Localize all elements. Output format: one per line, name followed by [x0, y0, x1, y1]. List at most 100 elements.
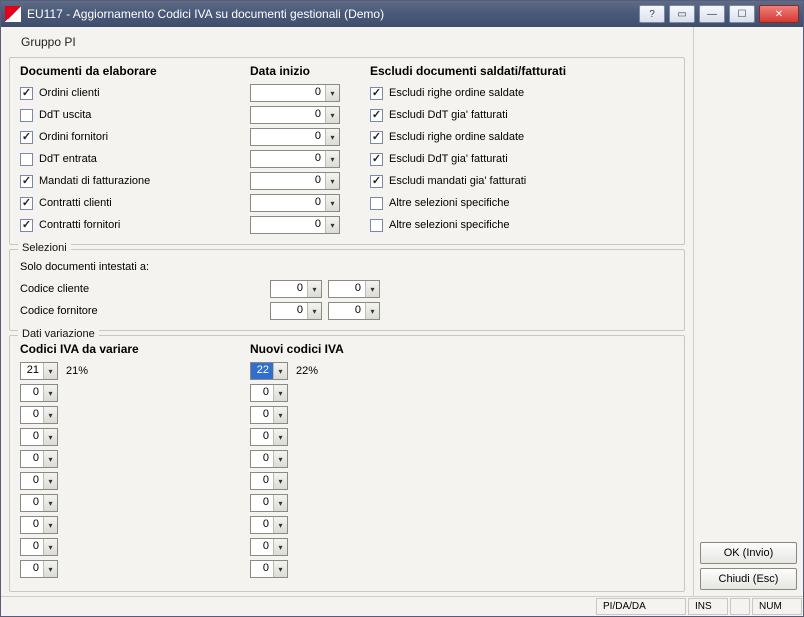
dropdown-icon[interactable]: ▾ — [325, 129, 339, 145]
codice-variare-code-input[interactable]: 0▾ — [20, 384, 58, 402]
codice-variare-code-input[interactable]: 0▾ — [20, 428, 58, 446]
dropdown-icon[interactable]: ▾ — [43, 539, 57, 555]
codice-variare-code-input[interactable]: 0▾ — [20, 560, 58, 578]
escludi-checkbox[interactable] — [370, 87, 383, 100]
status-num: NUM — [752, 598, 802, 615]
dropdown-icon[interactable]: ▾ — [325, 217, 339, 233]
doc-row: Ordini fornitori — [20, 126, 250, 148]
dropdown-icon[interactable]: ▾ — [43, 517, 57, 533]
dropdown-icon[interactable]: ▾ — [43, 385, 57, 401]
data-inizio-row: 0▾ — [250, 170, 370, 192]
dropdown-icon[interactable]: ▾ — [307, 281, 321, 297]
dropdown-icon[interactable]: ▾ — [325, 85, 339, 101]
dropdown-icon[interactable]: ▾ — [273, 385, 287, 401]
dropdown-icon[interactable]: ▾ — [273, 561, 287, 577]
ok-button[interactable]: OK (Invio) — [700, 542, 797, 564]
doc-checkbox[interactable] — [20, 109, 33, 122]
nuovo-codice-code-input[interactable]: 0▾ — [250, 494, 288, 512]
dropdown-icon[interactable]: ▾ — [307, 303, 321, 319]
data-inizio-row: 0▾ — [250, 104, 370, 126]
codice-variare-row: 21▾21% — [20, 360, 250, 382]
statusbar: PI/DA/DA INS NUM — [1, 596, 803, 616]
dropdown-icon[interactable]: ▾ — [273, 451, 287, 467]
nuovo-codice-row: 0▾ — [250, 536, 480, 558]
dropdown-icon[interactable]: ▾ — [43, 429, 57, 445]
dropdown-icon[interactable]: ▾ — [273, 429, 287, 445]
minimize-button[interactable]: — — [699, 5, 725, 23]
codice-variare-code-input[interactable]: 0▾ — [20, 406, 58, 424]
dropdown-icon[interactable]: ▾ — [273, 473, 287, 489]
data-inizio-input[interactable]: 0▾ — [250, 194, 340, 212]
codice-cliente-from[interactable]: 0▾ — [270, 280, 322, 298]
escludi-checkbox[interactable] — [370, 153, 383, 166]
chiudi-button[interactable]: Chiudi (Esc) — [700, 568, 797, 590]
nuovo-codice-row: 0▾ — [250, 514, 480, 536]
data-inizio-input[interactable]: 0▾ — [250, 150, 340, 168]
escludi-checkbox[interactable] — [370, 109, 383, 122]
dropdown-icon[interactable]: ▾ — [43, 473, 57, 489]
dropdown-icon[interactable]: ▾ — [273, 517, 287, 533]
doc-label: Ordini fornitori — [39, 131, 108, 143]
data-inizio-heading: Data inizio — [250, 64, 370, 78]
data-inizio-input[interactable]: 0▾ — [250, 128, 340, 146]
escludi-checkbox[interactable] — [370, 175, 383, 188]
nuovo-codice-code-input[interactable]: 0▾ — [250, 406, 288, 424]
nuovo-codice-code-input[interactable]: 0▾ — [250, 450, 288, 468]
escludi-checkbox[interactable] — [370, 197, 383, 210]
dropdown-icon[interactable]: ▾ — [365, 281, 379, 297]
dropdown-icon[interactable]: ▾ — [43, 407, 57, 423]
nuovo-codice-code-input[interactable]: 0▾ — [250, 472, 288, 490]
docs-column: Documenti da elaborare Ordini clientiDdT… — [20, 64, 250, 236]
escludi-checkbox[interactable] — [370, 219, 383, 232]
data-inizio-input[interactable]: 0▾ — [250, 106, 340, 124]
doc-checkbox[interactable] — [20, 87, 33, 100]
nuovo-codice-code-input[interactable]: 0▾ — [250, 428, 288, 446]
maximize-button[interactable]: ☐ — [729, 5, 755, 23]
data-inizio-input[interactable]: 0▾ — [250, 84, 340, 102]
codice-variare-code-input[interactable]: 0▾ — [20, 450, 58, 468]
doc-checkbox[interactable] — [20, 197, 33, 210]
codice-fornitore-to[interactable]: 0▾ — [328, 302, 380, 320]
nuovo-codice-code-input[interactable]: 0▾ — [250, 516, 288, 534]
codice-variare-code-input[interactable]: 21▾ — [20, 362, 58, 380]
dropdown-icon[interactable]: ▾ — [43, 495, 57, 511]
codice-variare-code-input[interactable]: 0▾ — [20, 494, 58, 512]
doc-label: DdT uscita — [39, 109, 91, 121]
doc-checkbox[interactable] — [20, 175, 33, 188]
dropdown-icon[interactable]: ▾ — [43, 451, 57, 467]
data-inizio-input[interactable]: 0▾ — [250, 172, 340, 190]
doc-checkbox[interactable] — [20, 219, 33, 232]
doc-label: Contratti fornitori — [39, 219, 120, 231]
codice-variare-code-input[interactable]: 0▾ — [20, 516, 58, 534]
codice-variare-code-input[interactable]: 0▾ — [20, 538, 58, 556]
nuovo-codice-code-input[interactable]: 22▾ — [250, 362, 288, 380]
nuovo-codice-code-input[interactable]: 0▾ — [250, 538, 288, 556]
escludi-checkbox[interactable] — [370, 131, 383, 144]
doc-checkbox[interactable] — [20, 153, 33, 166]
dropdown-icon[interactable]: ▾ — [273, 495, 287, 511]
dropdown-icon[interactable]: ▾ — [273, 539, 287, 555]
codice-cliente-to[interactable]: 0▾ — [328, 280, 380, 298]
dropdown-icon[interactable]: ▾ — [325, 107, 339, 123]
nuovo-codice-code-input[interactable]: 0▾ — [250, 560, 288, 578]
help-button[interactable]: ? — [639, 5, 665, 23]
codice-variare-code-input[interactable]: 0▾ — [20, 472, 58, 490]
doc-checkbox[interactable] — [20, 131, 33, 144]
restore-inner-button[interactable]: ▭ — [669, 5, 695, 23]
nuovo-codice-row: 0▾ — [250, 470, 480, 492]
dropdown-icon[interactable]: ▾ — [325, 173, 339, 189]
dropdown-icon[interactable]: ▾ — [325, 151, 339, 167]
dropdown-icon[interactable]: ▾ — [273, 363, 287, 379]
codice-fornitore-from[interactable]: 0▾ — [270, 302, 322, 320]
selezioni-title: Selezioni — [18, 242, 71, 254]
close-button[interactable]: ✕ — [759, 5, 799, 23]
dropdown-icon[interactable]: ▾ — [43, 561, 57, 577]
escludi-row: Altre selezioni specifiche — [370, 192, 674, 214]
dropdown-icon[interactable]: ▾ — [273, 407, 287, 423]
dropdown-icon[interactable]: ▾ — [325, 195, 339, 211]
nuovo-codice-code-input[interactable]: 0▾ — [250, 384, 288, 402]
dropdown-icon[interactable]: ▾ — [365, 303, 379, 319]
dropdown-icon[interactable]: ▾ — [43, 363, 57, 379]
nuovo-codice-row: 0▾ — [250, 382, 480, 404]
data-inizio-input[interactable]: 0▾ — [250, 216, 340, 234]
